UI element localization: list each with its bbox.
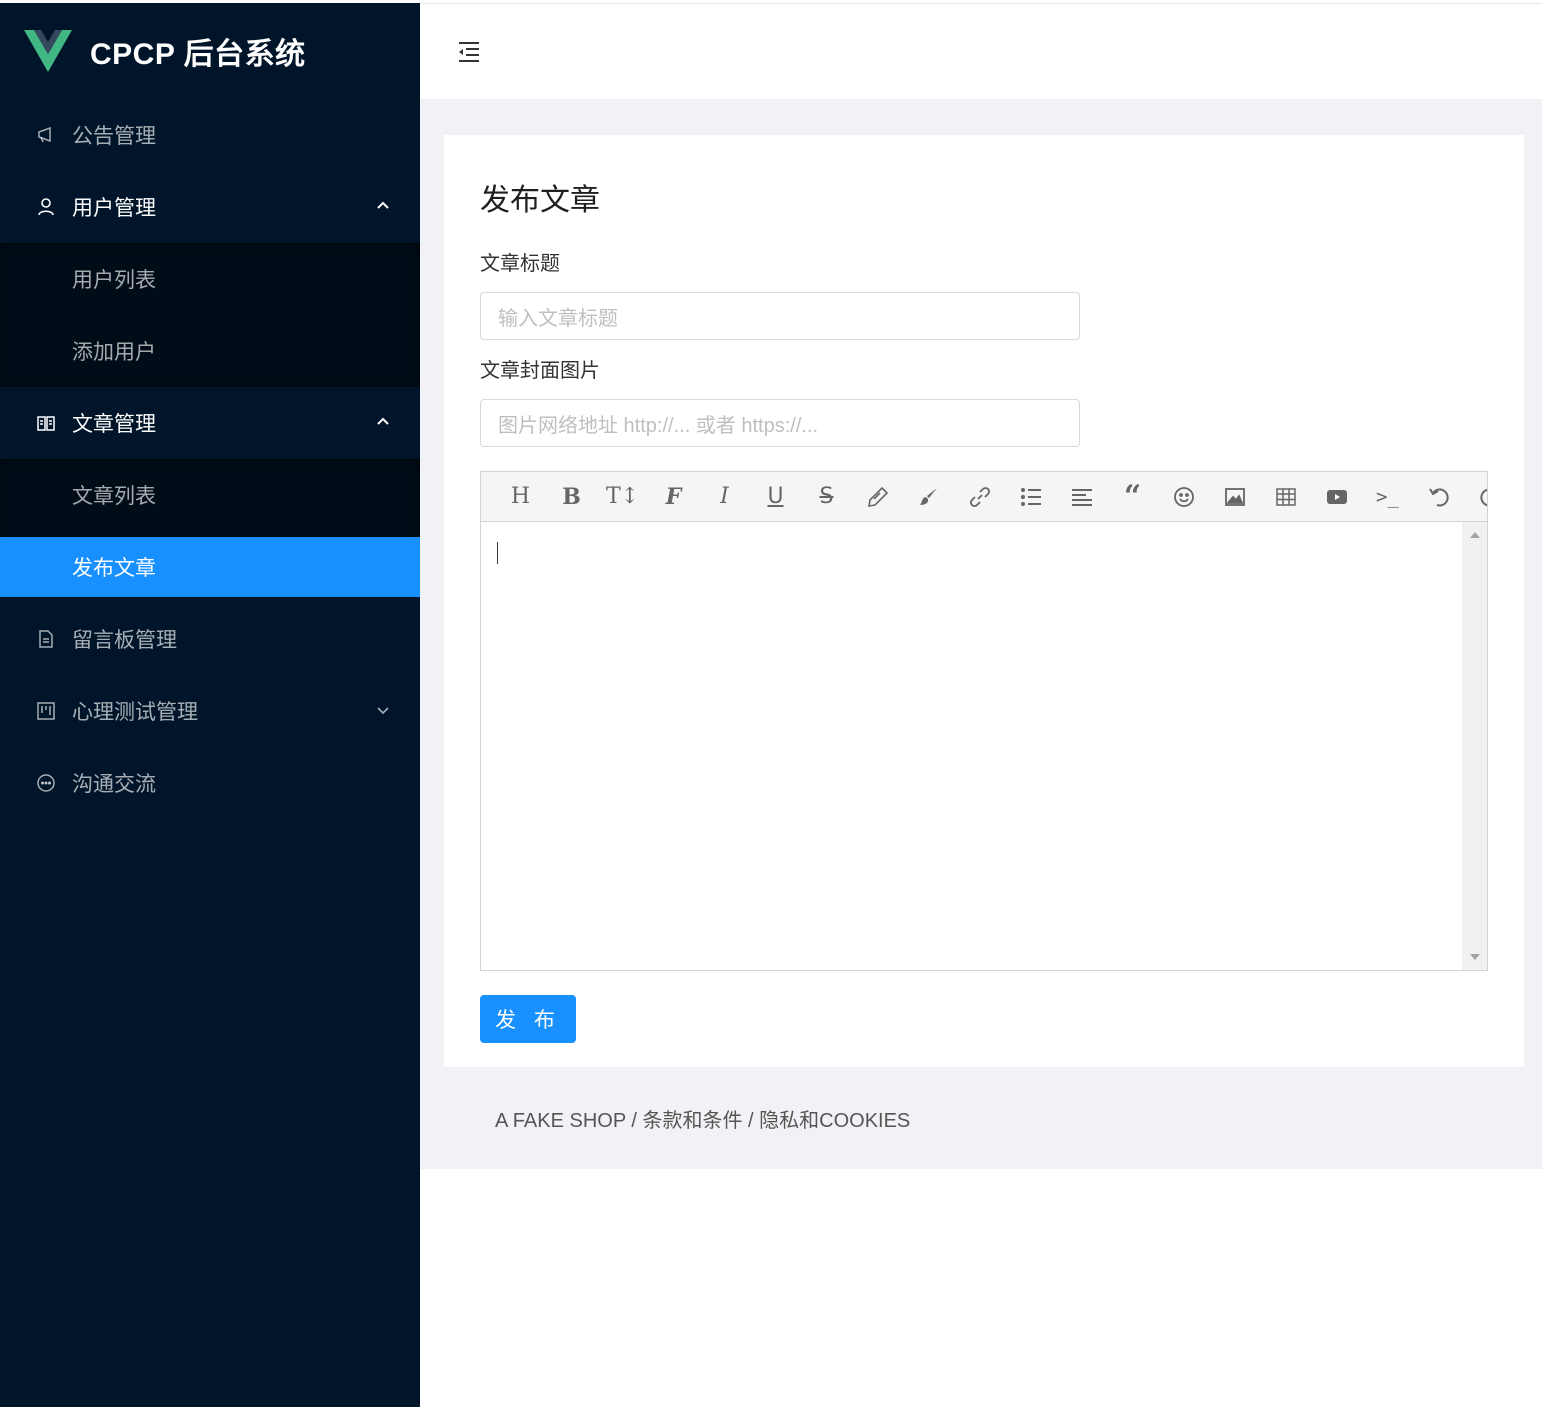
sidebar-item-announcements[interactable]: 公告管理 — [0, 99, 420, 171]
text-size-icon[interactable]: T↕ — [597, 474, 648, 520]
title-input[interactable]: 输入文章标题 — [480, 292, 1080, 340]
markdown-editor: H B T↕ F I U S “ >_ — [480, 471, 1488, 971]
link-icon[interactable] — [954, 474, 1005, 520]
sidebar-item-label: 心理测试管理 — [72, 701, 198, 724]
sidebar-item-label: 公告管理 — [72, 125, 156, 148]
sidebar-item-label: 沟通交流 — [72, 773, 156, 796]
sidebar-item-chat[interactable]: 沟通交流 — [0, 747, 420, 819]
align-icon[interactable] — [1056, 474, 1107, 520]
strikethrough-icon[interactable]: S — [801, 474, 852, 520]
sidebar-item-messages[interactable]: 留言板管理 — [0, 603, 420, 675]
table-icon[interactable] — [1260, 474, 1311, 520]
logo[interactable]: CPCP 后台系统 — [0, 3, 420, 99]
sidebar-item-label: 留言板管理 — [72, 629, 177, 652]
highlight-icon[interactable] — [852, 474, 903, 520]
code-icon[interactable]: >_ — [1362, 474, 1413, 520]
app-title: CPCP 后台系统 — [90, 38, 306, 71]
sidebar-item-psych-test[interactable]: 心理测试管理 — [0, 675, 420, 747]
sidebar-item-add-user[interactable]: 添加用户 — [0, 315, 420, 387]
menu-fold-icon[interactable] — [456, 39, 482, 65]
editor-toolbar: H B T↕ F I U S “ >_ — [481, 472, 1487, 522]
main-area: 发布文章 文章标题 输入文章标题 文章封面图片 图片网络地址 http://..… — [420, 3, 1542, 1169]
publish-article-card: 发布文章 文章标题 输入文章标题 文章封面图片 图片网络地址 http://..… — [444, 135, 1524, 1067]
redo-icon[interactable] — [1464, 474, 1487, 520]
read-icon — [34, 411, 58, 435]
message-icon — [34, 771, 58, 795]
scroll-down-icon[interactable] — [1470, 954, 1480, 960]
project-icon — [34, 699, 58, 723]
chevron-down-icon — [377, 707, 389, 715]
footer: A FAKE SHOP / 条款和条件 / 隐私和COOKIES — [495, 1109, 911, 1132]
image-icon[interactable] — [1209, 474, 1260, 520]
user-icon — [34, 195, 58, 219]
publish-button[interactable]: 发 布 — [480, 995, 576, 1043]
italic-icon[interactable]: I — [699, 474, 750, 520]
content-wrapper: 发布文章 文章标题 输入文章标题 文章封面图片 图片网络地址 http://..… — [420, 99, 1542, 1169]
submenu-articles: 文章列表 发布文章 — [0, 459, 420, 597]
scroll-up-icon[interactable] — [1470, 532, 1480, 538]
bullet-list-icon[interactable] — [1005, 474, 1056, 520]
video-icon[interactable] — [1311, 474, 1362, 520]
quote-icon[interactable]: “ — [1107, 474, 1158, 520]
vue-logo-icon — [24, 30, 72, 72]
editor-textarea[interactable] — [481, 522, 1487, 970]
heading-icon[interactable]: H — [495, 474, 546, 520]
chevron-up-icon — [377, 417, 389, 425]
underline-icon[interactable]: U — [750, 474, 801, 520]
sidebar-item-users[interactable]: 用户管理 — [0, 171, 420, 243]
font-icon[interactable]: F — [648, 474, 699, 520]
sidebar-item-label: 文章管理 — [72, 413, 156, 436]
sidebar-item-label: 用户管理 — [72, 197, 156, 220]
sidebar-item-articles[interactable]: 文章管理 — [0, 387, 420, 459]
sidebar-item-publish-article[interactable]: 发布文章 — [0, 537, 420, 597]
sidebar-item-user-list[interactable]: 用户列表 — [0, 243, 420, 315]
cover-url-input[interactable]: 图片网络地址 http://... 或者 https://... — [480, 399, 1080, 447]
undo-icon[interactable] — [1413, 474, 1464, 520]
cover-label: 文章封面图片 — [480, 360, 600, 382]
notification-icon — [34, 123, 58, 147]
file-text-icon — [34, 627, 58, 651]
page-title: 发布文章 — [480, 184, 600, 217]
chevron-up-icon — [377, 201, 389, 209]
top-header — [420, 3, 1542, 99]
emoji-icon[interactable] — [1158, 474, 1209, 520]
sidebar-item-article-list[interactable]: 文章列表 — [0, 459, 420, 531]
editor-scrollbar[interactable] — [1462, 522, 1487, 970]
brush-icon[interactable] — [903, 474, 954, 520]
text-caret — [497, 542, 498, 564]
submenu-users: 用户列表 添加用户 — [0, 243, 420, 387]
title-label: 文章标题 — [480, 253, 560, 275]
bold-icon[interactable]: B — [546, 474, 597, 520]
sidebar: CPCP 后台系统 公告管理 用户管理 用户列表 添加用户 文章管理 文章列表 … — [0, 3, 420, 1407]
